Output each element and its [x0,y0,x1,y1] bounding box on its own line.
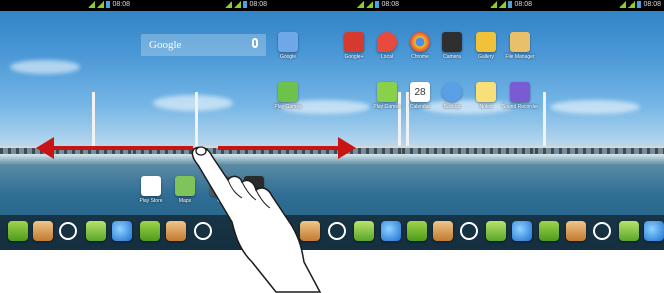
phone-icon[interactable] [140,221,160,241]
mic-icon[interactable] [252,38,258,48]
signal-icon [97,1,105,8]
status-time: 08:08 [249,1,267,8]
all-apps-icon[interactable] [459,221,479,241]
app-label: File Manager [505,54,535,60]
contacts-icon[interactable] [300,221,320,241]
status-bar: 08:08 [133,0,270,11]
gallery-icon [476,32,496,52]
all-apps-icon[interactable] [193,221,213,241]
app-label: Maps [178,198,192,204]
camera-icon [442,32,462,52]
browser-icon[interactable] [112,221,132,241]
signal-icon [619,1,627,8]
cloud [153,95,233,111]
app-camera[interactable] [234,176,274,196]
swipe-right-arrow [218,146,346,150]
signal-icon [499,1,507,8]
maps-icon [175,176,195,196]
status-time: 08:08 [643,1,661,8]
camera-icon [244,176,264,196]
home-screens-strip[interactable]: 08:08 08:08 08:08 08:08 08:08 Google Pla… [0,0,664,250]
signal-icon [234,1,242,8]
contacts-icon[interactable] [566,221,586,241]
bridge-tower [543,92,546,152]
status-time: 08:08 [112,1,130,8]
file-manager-icon [510,32,530,52]
all-apps-icon[interactable] [327,221,347,241]
all-apps-icon[interactable] [58,221,78,241]
battery-icon [637,1,642,8]
app-label: Sound Recorder [501,104,539,110]
messaging-icon[interactable] [619,221,639,241]
bridge-tower [92,92,95,152]
battery-icon [106,1,111,8]
battery-icon [375,1,380,8]
status-bar: 08:08 [535,0,664,11]
chrome-icon [410,32,430,52]
app-sound-recorder[interactable]: Sound Recorder [500,82,540,110]
notes-icon [476,82,496,102]
signal-icon [628,1,636,8]
browser-icon[interactable] [644,221,664,241]
status-bar: 08:08 [402,0,535,11]
messaging-icon[interactable] [486,221,506,241]
battery-icon [243,1,248,8]
google-search-widget[interactable]: Google [141,34,266,56]
contacts-icon[interactable] [433,221,453,241]
bridge-tower [195,92,198,152]
play-games-icon [377,82,397,102]
cloud [10,60,80,74]
app-file-manager[interactable]: File Manager [500,32,540,60]
battery-icon [508,1,513,8]
all-apps-icon[interactable] [592,221,612,241]
browser-icon[interactable] [512,221,532,241]
arrow-head-left-icon [36,137,54,159]
status-time: 08:08 [514,1,532,8]
home-panel-1[interactable] [0,0,133,250]
phone-icon[interactable] [539,221,559,241]
signal-icon [366,1,374,8]
messaging-icon[interactable] [354,221,374,241]
sound-recorder-icon [510,82,530,102]
calendar-icon: 28 [410,82,430,102]
play-store-icon [141,176,161,196]
app-google[interactable]: Google [268,32,308,60]
google-plus-icon [344,32,364,52]
bridge-deck [535,146,664,148]
backup-icon [442,82,462,102]
phone-icon[interactable] [407,221,427,241]
phone-icon[interactable] [8,221,28,241]
app-label: Play Games [274,104,302,110]
app-play-games[interactable]: Play Games [268,82,308,110]
bridge-deck [402,146,535,148]
app-label: Google [279,54,297,60]
contacts-icon[interactable] [166,221,186,241]
browser-icon[interactable] [381,221,401,241]
messaging-icon[interactable] [86,221,106,241]
settings-icon [210,176,230,196]
app-label: Gr [217,198,223,204]
status-time: 08:08 [381,1,399,8]
home-panel-5[interactable] [535,0,664,250]
signal-icon [357,1,365,8]
signal-icon [88,1,96,8]
status-bar: 08:08 [0,0,133,11]
google-search-label: Google [149,39,182,51]
app-maps[interactable]: Maps [165,176,205,204]
local-icon [377,32,397,52]
signal-icon [490,1,498,8]
status-bar: 08:08 [270,0,402,11]
google-search-icon [278,32,298,52]
play-games-icon [278,82,298,102]
cloud [550,100,640,114]
contacts-icon[interactable] [33,221,53,241]
arrow-head-right-icon [338,137,356,159]
swipe-left-arrow [48,146,193,150]
signal-icon [225,1,233,8]
